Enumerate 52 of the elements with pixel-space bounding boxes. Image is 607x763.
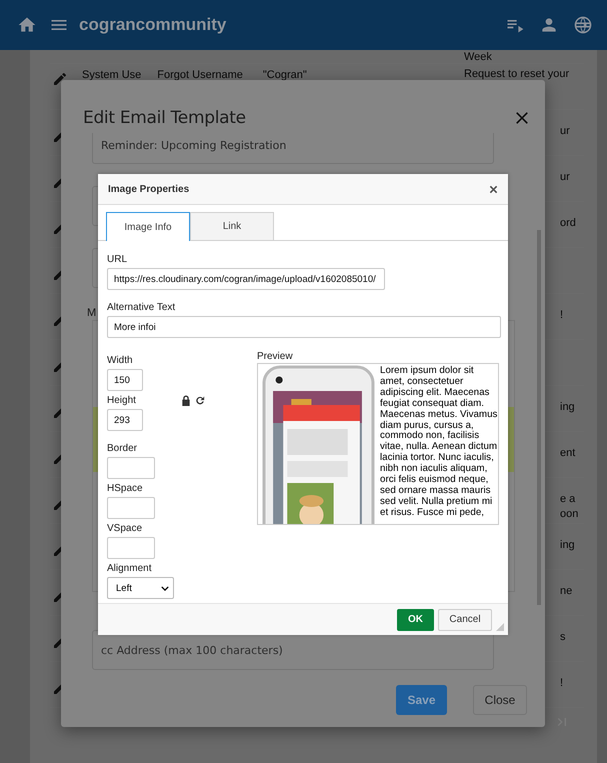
input-field[interactable]: 150 <box>107 369 143 391</box>
field-label: M <box>87 307 96 320</box>
table-cell: ur <box>560 170 570 185</box>
cancel-button[interactable]: Cancel <box>438 608 492 630</box>
lock-icon[interactable] <box>181 395 191 406</box>
url-field[interactable]: https://res.cloudinary.com/cogran/image/upload/v1602085010/ <box>107 268 385 290</box>
tab[interactable]: Link <box>190 212 274 240</box>
field-label: Width <box>107 355 133 367</box>
table-cell: oon <box>560 507 578 522</box>
preview-text: Lorem ipsum dolor sit amet, consectetuer adipiscing elit. Maecenas feugiat consequat diam. Maecenas metus. Vivamus diam purus, cursus a, commodo non, facilisis vitae, nulla. Aenean dictum lacinia tortor. Nunc iaculis, nibh non iaculis aliquam, orci felis euismod neque, sed ornare massa mauris sed velit. Nulla pretium mi et risus. Fusce mi pede, <box>380 366 498 520</box>
close-button[interactable]: Close <box>473 685 527 715</box>
table-cell: Week <box>464 50 492 65</box>
resize-grip-icon[interactable] <box>496 623 504 631</box>
input-field[interactable]: 293 <box>107 409 143 431</box>
input-field[interactable] <box>107 457 155 479</box>
table-cell: ing <box>560 400 575 415</box>
table-cell: ur <box>560 124 570 139</box>
chevron-icon <box>161 586 169 590</box>
table-cell-text: System Use <box>82 69 142 83</box>
subject-field[interactable]: Reminder: Upcoming Registration <box>92 133 494 164</box>
table-cell: ing <box>560 538 575 553</box>
globe-icon[interactable] <box>573 15 593 35</box>
input-field[interactable] <box>107 537 155 559</box>
table-cell: ! <box>560 676 564 691</box>
input-field[interactable] <box>107 497 155 519</box>
field-label: Height <box>107 395 136 407</box>
field-label: HSpace <box>107 483 143 495</box>
tab[interactable]: Image Info <box>106 212 190 241</box>
table-cell-text: Forgot Username <box>157 69 243 83</box>
field-label: Alignment <box>107 563 152 575</box>
table-cell-text: "Cogran" <box>262 69 307 83</box>
table-cell: ne <box>560 584 572 599</box>
app-title: cograncommunity <box>79 15 226 35</box>
table-cell: ! <box>560 308 564 323</box>
alt-text-field[interactable]: More infoi <box>107 316 501 338</box>
table-cell: s <box>560 630 566 645</box>
field-label: Alternative Text <box>107 302 176 314</box>
close-icon[interactable] <box>489 184 498 194</box>
dialog-title: Image Properties <box>108 184 190 194</box>
field-label: URL <box>107 254 128 266</box>
field-label: Border <box>107 443 138 455</box>
dialog-title: Edit Email Template <box>83 108 246 128</box>
table-cell: e a <box>560 492 576 507</box>
field-label: VSpace <box>107 523 142 535</box>
table-cell: ent <box>560 446 576 461</box>
reset-icon[interactable] <box>195 395 205 406</box>
table-cell: ord <box>560 216 576 231</box>
table-cell: Request to reset your <box>464 67 570 82</box>
ok-button[interactable]: OK <box>397 608 434 630</box>
edit-icon[interactable] <box>52 71 68 87</box>
field-label: Preview <box>257 351 294 363</box>
alignment-select[interactable]: Left <box>107 577 174 599</box>
